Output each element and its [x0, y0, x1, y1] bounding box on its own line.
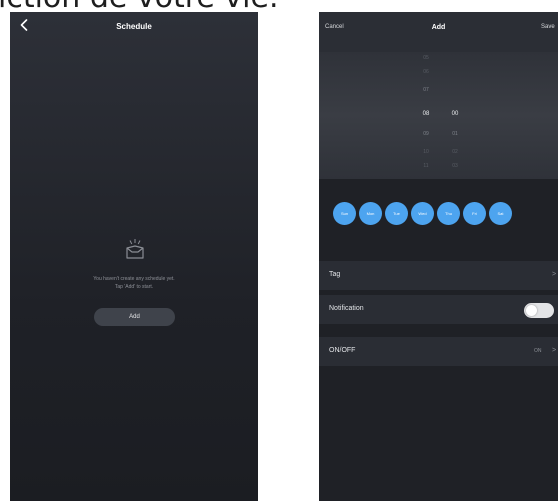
time-picker[interactable]: 05 06 07 08 09 10 11 00 01 02 03 — [319, 52, 558, 179]
empty-tray-icon — [124, 238, 146, 267]
toggle-knob — [526, 305, 537, 316]
day-toggle-tue[interactable]: Tue — [385, 202, 408, 225]
notification-toggle[interactable] — [524, 303, 554, 318]
save-button[interactable]: Save — [541, 24, 555, 30]
weekday-selector: Sun Mon Tue Wed Thu Fri Sat — [333, 202, 512, 225]
chevron-right-icon: > — [552, 271, 557, 278]
picker-hour-option[interactable]: 09 — [416, 131, 436, 137]
picker-hour-selected[interactable]: 08 — [416, 111, 436, 117]
empty-state-message: You haven't create any schedule yet. — [93, 276, 175, 282]
picker-minute-option[interactable]: 02 — [445, 149, 465, 155]
add-nav-bar: Cancel Add Save — [319, 12, 558, 52]
notification-row: Notification — [319, 295, 558, 324]
notification-label: Notification — [329, 305, 364, 312]
tag-row[interactable]: Tag > — [319, 261, 558, 290]
onoff-value: ON — [534, 348, 542, 354]
day-toggle-mon[interactable]: Mon — [359, 202, 382, 225]
day-toggle-sun[interactable]: Sun — [333, 202, 356, 225]
schedule-screen: Schedule You haven't create any schedule… — [10, 12, 258, 501]
onoff-label: ON/OFF — [329, 347, 356, 354]
picker-minute-selected[interactable]: 00 — [445, 111, 465, 117]
onoff-row[interactable]: ON/OFF ON > — [319, 337, 558, 366]
picker-hour-option[interactable]: 10 — [416, 149, 436, 155]
chevron-right-icon: > — [552, 347, 557, 354]
picker-hour-option[interactable]: 05 — [416, 55, 436, 61]
picker-minute-option[interactable]: 01 — [445, 131, 465, 137]
day-toggle-fri[interactable]: Fri — [463, 202, 486, 225]
add-schedule-button[interactable]: Add — [94, 308, 175, 326]
empty-state-hint: Tap 'Add' to start. — [114, 284, 154, 290]
day-toggle-wed[interactable]: Wed — [411, 202, 434, 225]
picker-hour-option[interactable]: 11 — [416, 163, 436, 169]
tag-label: Tag — [329, 271, 341, 278]
add-schedule-screen: Cancel Add Save 05 06 07 08 09 10 11 00 … — [319, 12, 558, 501]
day-toggle-sat[interactable]: Sat — [489, 202, 512, 225]
page-title: Add — [431, 24, 446, 31]
picker-hour-option[interactable]: 06 — [416, 69, 436, 75]
picker-minute-option[interactable]: 03 — [445, 163, 465, 169]
day-toggle-thu[interactable]: Thu — [437, 202, 460, 225]
picker-hour-option[interactable]: 07 — [416, 87, 436, 93]
schedule-nav-bar: Schedule — [10, 12, 258, 42]
page-title: Schedule — [116, 22, 152, 31]
